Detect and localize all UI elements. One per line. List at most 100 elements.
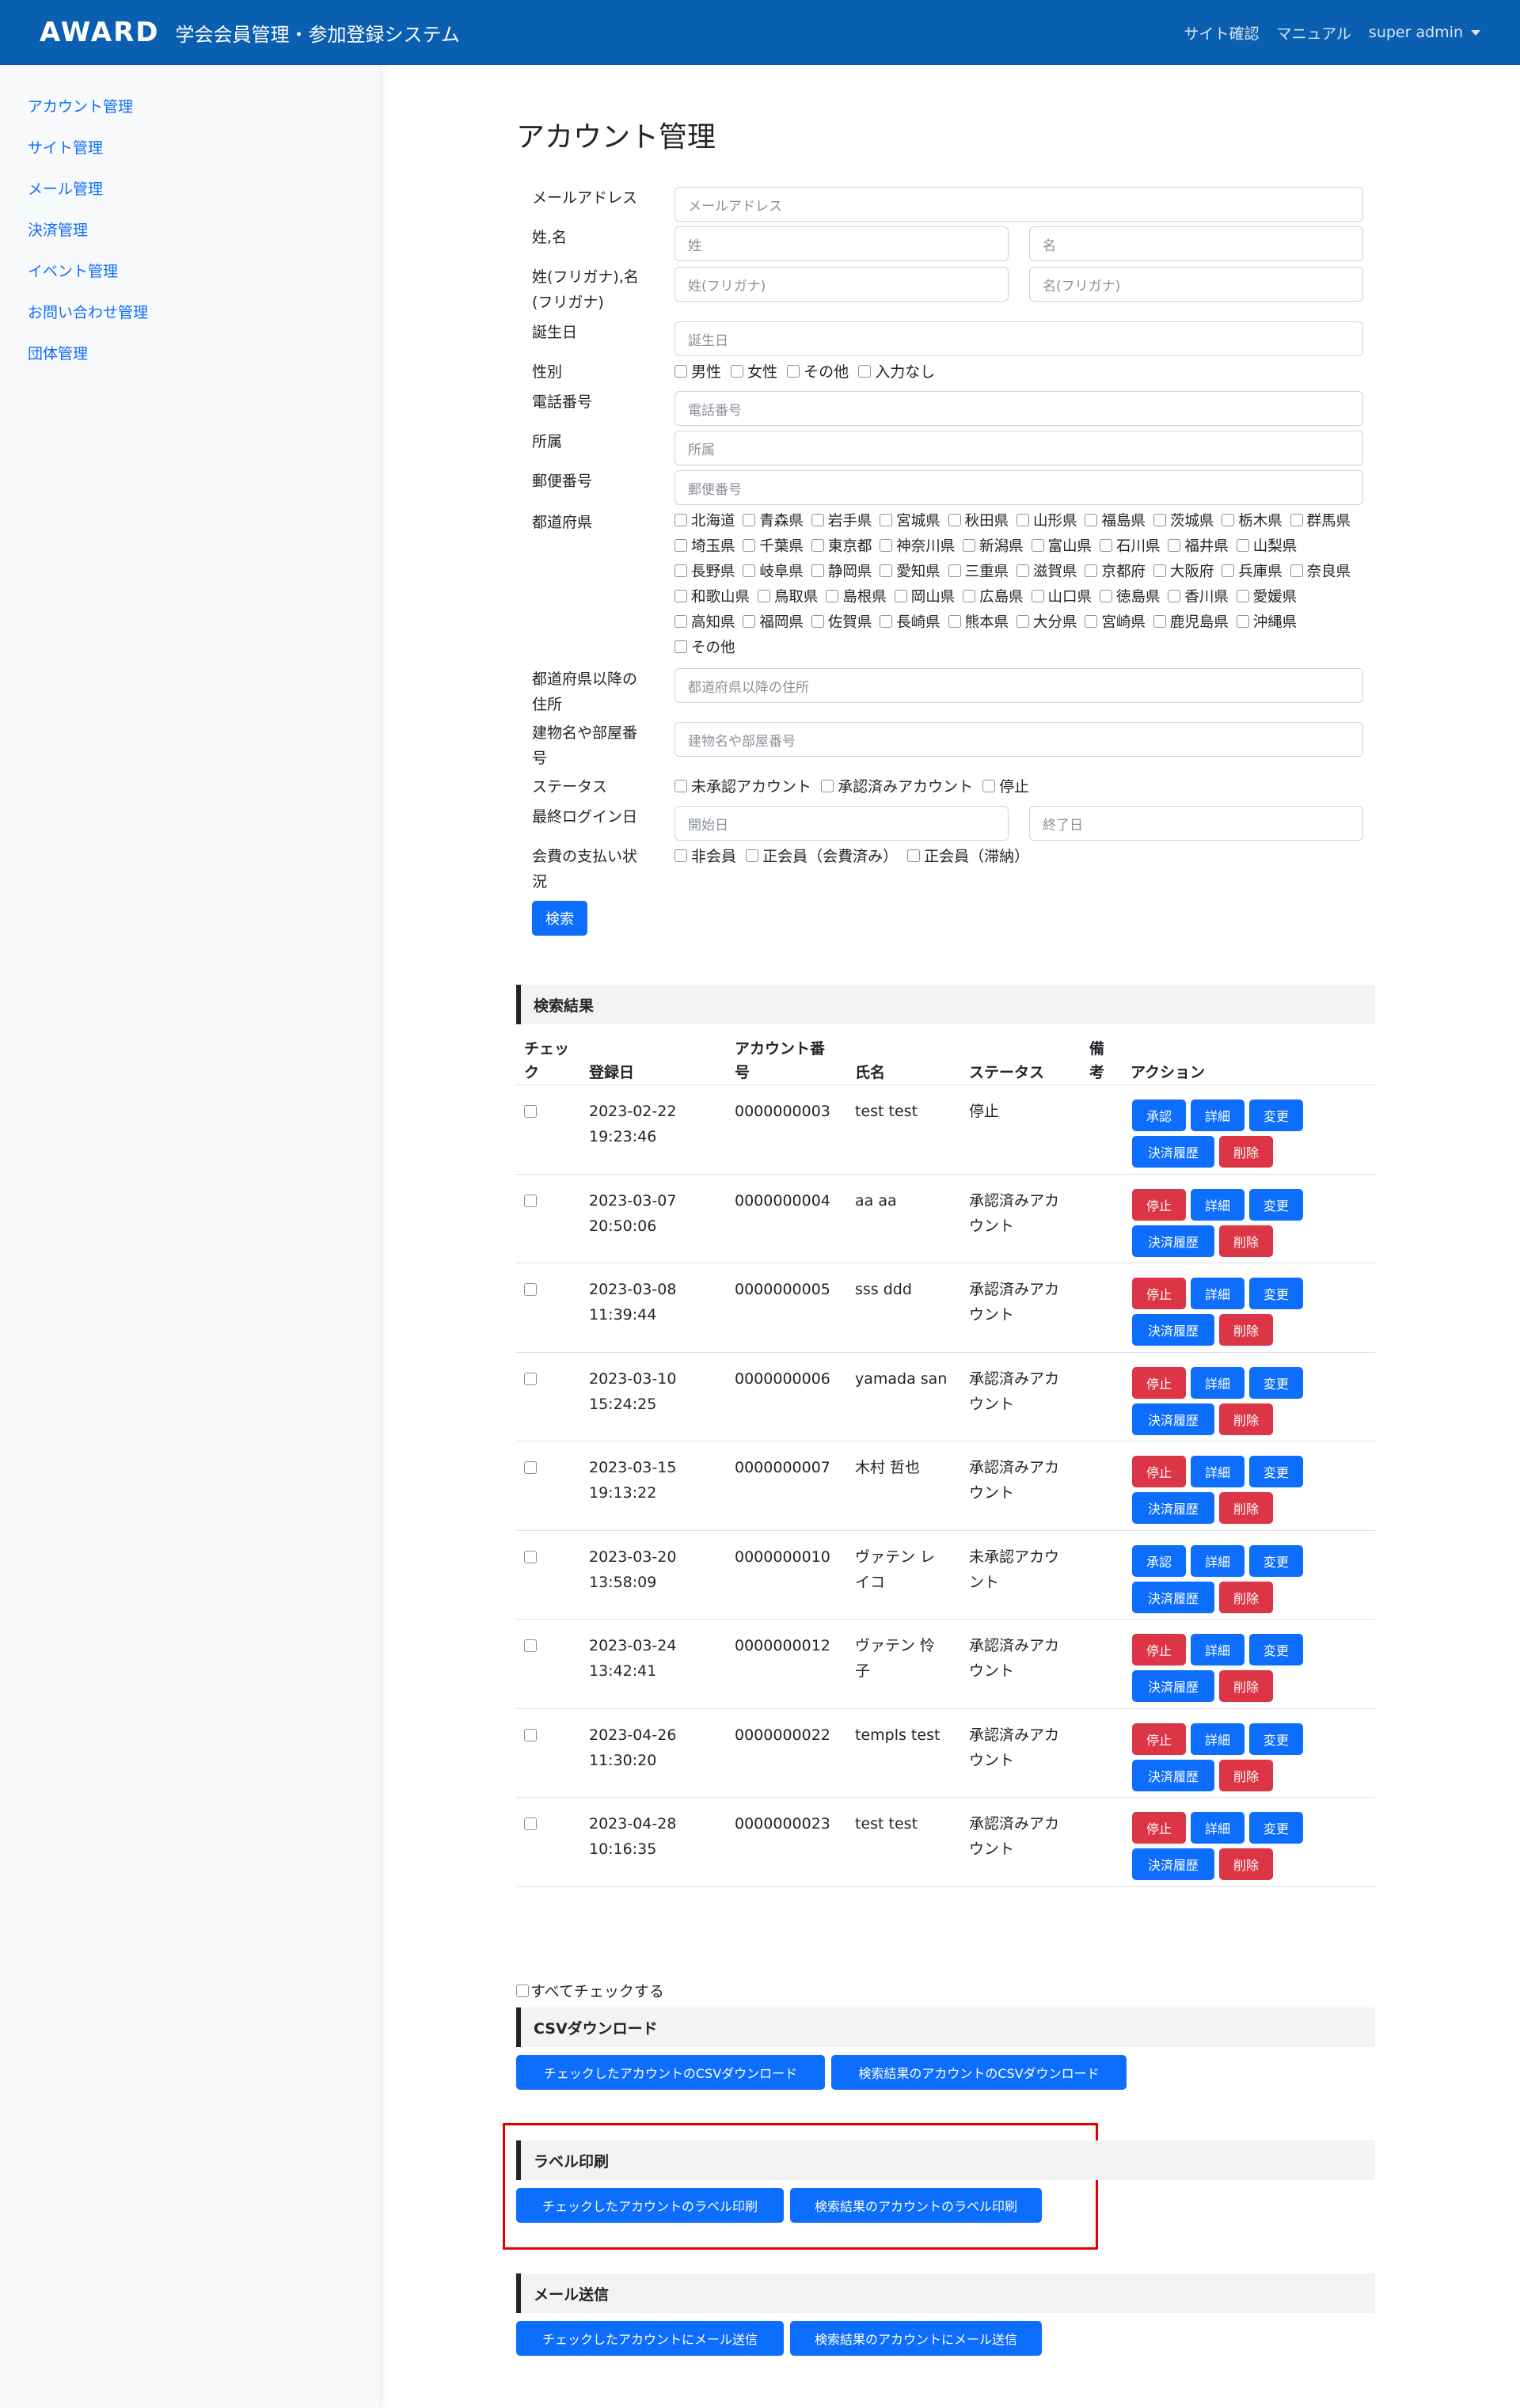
edit-button[interactable]: 変更 (1249, 1812, 1303, 1844)
phone-input[interactable]: 電話番号 (674, 391, 1363, 426)
prefecture-option[interactable]: 富山県 (1031, 538, 1092, 555)
sidebar-item-payment[interactable]: 決済管理 (28, 218, 88, 240)
stop-button[interactable]: 停止 (1132, 1722, 1186, 1755)
affiliation-input[interactable]: 所属 (674, 431, 1363, 465)
first-name-input[interactable]: 名 (1029, 226, 1363, 261)
prefecture-option[interactable]: 岩手県 (811, 513, 872, 530)
row-checkbox[interactable] (524, 1817, 537, 1830)
payment-history-button[interactable]: 決済履歴 (1132, 1759, 1214, 1791)
prefecture-option[interactable]: 岡山県 (894, 589, 955, 606)
checkbox[interactable] (787, 364, 800, 378)
prefecture-option[interactable]: 高知県 (674, 614, 735, 631)
stop-button[interactable]: 停止 (1132, 1188, 1186, 1221)
delete-button[interactable]: 削除 (1219, 1403, 1273, 1435)
payment-history-button[interactable]: 決済履歴 (1132, 1848, 1214, 1880)
prefecture-option[interactable]: 長野県 (674, 564, 735, 580)
row-checkbox[interactable] (524, 1461, 537, 1474)
checkbox[interactable] (907, 849, 921, 862)
prefecture-option[interactable]: 三重県 (948, 564, 1009, 580)
brand-title[interactable]: 学会会員管理・参加登録システム (175, 19, 459, 47)
sidebar-item-group[interactable]: 団体管理 (28, 342, 88, 363)
checkbox[interactable] (743, 615, 756, 628)
prefecture-option[interactable]: 大分県 (1016, 614, 1077, 631)
checkbox[interactable] (1016, 514, 1030, 526)
prefecture-option[interactable]: 神奈川県 (880, 538, 955, 555)
gender-option[interactable]: その他 (787, 363, 849, 381)
checkbox[interactable] (674, 615, 687, 628)
prefecture-option[interactable]: 熊本県 (948, 614, 1009, 631)
postal-input[interactable]: 郵便番号 (674, 470, 1363, 505)
email-input[interactable]: メールアドレス (674, 187, 1363, 222)
prefecture-option[interactable]: 石川県 (1099, 538, 1160, 555)
checkbox[interactable] (1153, 514, 1166, 526)
payment-history-button[interactable]: 決済履歴 (1132, 1670, 1214, 1702)
row-checkbox[interactable] (524, 1728, 537, 1741)
delete-button[interactable]: 削除 (1219, 1759, 1273, 1791)
edit-button[interactable]: 変更 (1249, 1722, 1303, 1755)
sidebar-item-inquiry[interactable]: お問い合わせ管理 (28, 301, 148, 322)
prefecture-option[interactable]: 埼玉県 (674, 538, 735, 555)
checkbox[interactable] (894, 590, 907, 602)
prefecture-option[interactable]: 千葉県 (743, 538, 804, 555)
row-checkbox[interactable] (524, 1550, 537, 1563)
detail-button[interactable]: 詳細 (1191, 1188, 1244, 1221)
checkbox[interactable] (674, 514, 687, 526)
edit-button[interactable]: 変更 (1249, 1366, 1303, 1399)
checkbox[interactable] (1153, 564, 1166, 577)
detail-button[interactable]: 詳細 (1191, 1722, 1244, 1755)
payment-history-button[interactable]: 決済履歴 (1132, 1225, 1214, 1257)
checkbox[interactable] (1168, 539, 1181, 552)
checkbox[interactable] (1085, 564, 1098, 577)
first-kana-input[interactable]: 名(フリガナ) (1029, 267, 1363, 302)
prefecture-option[interactable]: 滋賀県 (1016, 564, 1077, 580)
checkbox[interactable] (811, 564, 824, 577)
stop-button[interactable]: 停止 (1132, 1366, 1186, 1399)
row-checkbox[interactable] (524, 1639, 537, 1652)
prefecture-option[interactable]: 島根県 (826, 589, 887, 606)
checkbox[interactable] (811, 539, 824, 552)
check-all[interactable]: すべてチェックする (516, 1979, 664, 2004)
checkbox[interactable] (516, 1984, 529, 1997)
checkbox[interactable] (674, 849, 687, 862)
checkbox[interactable] (948, 514, 961, 526)
checkbox[interactable] (757, 590, 770, 602)
checkbox[interactable] (731, 364, 744, 378)
prefecture-option[interactable]: 福島県 (1085, 513, 1146, 530)
fee-option[interactable]: 正会員（会費済み） (746, 848, 898, 865)
checkbox[interactable] (982, 779, 996, 792)
last-name-input[interactable]: 姓 (674, 226, 1009, 261)
checkbox[interactable] (1031, 539, 1044, 552)
checkbox[interactable] (880, 564, 893, 577)
last-kana-input[interactable]: 姓(フリガナ) (674, 267, 1009, 302)
checkbox[interactable] (1153, 615, 1166, 628)
prefecture-option[interactable]: 東京都 (811, 538, 872, 555)
fee-option[interactable]: 非会員 (674, 848, 736, 865)
prefecture-option[interactable]: 群馬県 (1290, 513, 1351, 530)
prefecture-option[interactable]: 大阪府 (1153, 564, 1214, 580)
checkbox[interactable] (1168, 590, 1181, 602)
checkbox[interactable] (1099, 539, 1112, 552)
checkbox[interactable] (743, 564, 756, 577)
prefecture-option[interactable]: 茨城県 (1153, 513, 1214, 530)
prefecture-option[interactable]: 沖縄県 (1236, 614, 1297, 631)
prefecture-option[interactable]: 長崎県 (880, 614, 940, 631)
prefecture-option[interactable]: 岐阜県 (743, 564, 804, 580)
stop-button[interactable]: 停止 (1132, 1278, 1186, 1309)
checkbox[interactable] (1290, 564, 1303, 577)
prefecture-option[interactable]: 静岡県 (811, 564, 872, 580)
sidebar-item-site[interactable]: サイト管理 (28, 136, 103, 158)
prefecture-option[interactable]: 広島県 (963, 589, 1024, 606)
edit-button[interactable]: 変更 (1249, 1188, 1303, 1221)
gender-option[interactable]: 女性 (731, 363, 777, 381)
brand-logo[interactable]: AWARD (40, 17, 159, 48)
prefecture-option[interactable]: 京都府 (1085, 564, 1146, 580)
prefecture-option[interactable]: 佐賀県 (811, 614, 872, 631)
checkbox[interactable] (674, 590, 687, 602)
prefecture-option[interactable]: 新潟県 (963, 538, 1024, 555)
prefecture-option[interactable]: 鳥取県 (757, 589, 818, 606)
checkbox[interactable] (811, 514, 824, 526)
checkbox[interactable] (880, 514, 893, 526)
checkbox[interactable] (1290, 514, 1303, 526)
checkbox[interactable] (1222, 514, 1235, 526)
payment-history-button[interactable]: 決済履歴 (1132, 1314, 1214, 1346)
